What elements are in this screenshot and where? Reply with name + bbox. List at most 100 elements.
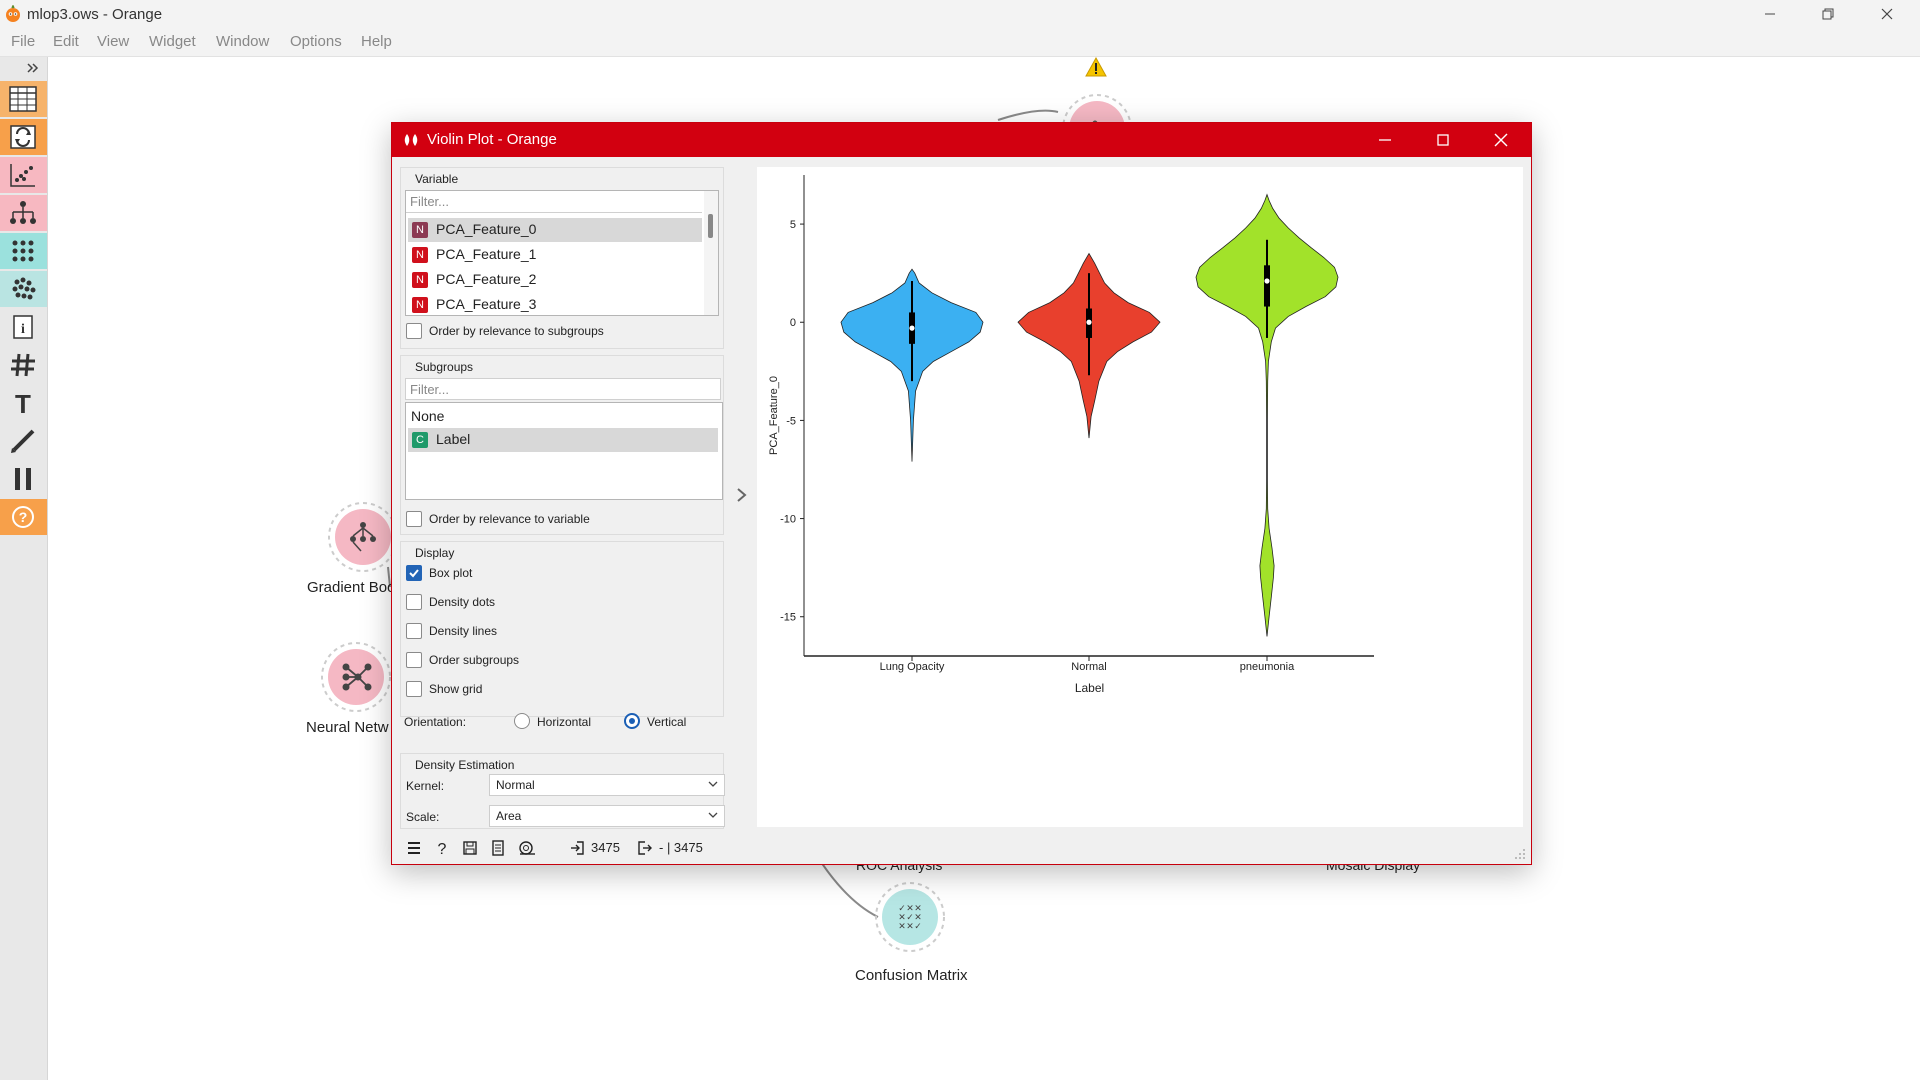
subgroups-filter-input[interactable]: Filter... [405,378,721,400]
dialog-minimize-icon[interactable] [1375,130,1395,150]
input-count: 3475 [591,840,620,855]
question-help-icon[interactable]: ? [434,840,450,856]
variable-list[interactable]: Filter... N PCA_Feature_0 N PCA_Feature_… [405,190,719,316]
toolbox-help[interactable]: ? [0,499,47,535]
orientation-label: Orientation: [404,715,467,729]
kernel-select[interactable]: Normal [489,774,725,796]
help-icon: ? [12,506,34,528]
violin-plot-dialog: Violin Plot - Orange Variable Filter... … [391,122,1532,865]
box-iqr [1264,265,1270,307]
toolbox-pause[interactable] [0,461,47,497]
variable-list-item[interactable]: N PCA_Feature_0 [408,218,702,242]
toolbox-model[interactable] [0,195,47,231]
x-axis-label: Label [1075,681,1104,695]
y-tick-label: -5 [786,415,796,427]
toolbox-grid[interactable] [0,347,47,383]
toolbox-pencil[interactable] [0,423,47,459]
dialog-maximize-icon[interactable] [1433,130,1453,150]
order-by-relevance-variable-checkbox[interactable] [406,511,422,527]
pencil-icon [11,429,35,453]
menu-icon[interactable] [406,840,422,856]
widget-toolbox: i T ? [0,57,48,1080]
subgroups-list[interactable]: None C Label [405,402,723,500]
chevron-down-icon [708,781,718,787]
menu-edit[interactable]: Edit [53,33,79,50]
variable-item-label: PCA_Feature_3 [436,296,537,312]
transform-icon [10,125,36,149]
collapse-panel-icon[interactable] [735,486,749,504]
svg-text:?: ? [19,509,28,525]
subgroup-list-item[interactable]: None [408,405,718,429]
toolbox-expand[interactable] [0,59,47,79]
canvas-node-confusion-matrix[interactable]: ✓ ✕ ✕ ✕ ✓ ✕ ✕ ✕ ✓ [870,877,950,957]
svg-text:✕: ✕ [906,921,914,931]
dialog-close-icon[interactable] [1491,130,1511,150]
show-grid-checkbox[interactable] [406,681,422,697]
dialog-title-bar[interactable]: Violin Plot - Orange [392,123,1531,157]
scale-select[interactable]: Area [489,805,725,827]
svg-text:?: ? [438,841,447,856]
menu-bar: File Edit View Widget Window Options Hel… [0,28,1920,57]
density-dots-checkbox[interactable] [406,594,422,610]
toolbox-transform[interactable] [0,119,47,155]
toolbox-data[interactable] [0,81,47,117]
order-by-relevance-variable-label: Order by relevance to variable [429,512,590,526]
output-icon [638,841,652,855]
variable-list-item[interactable]: N PCA_Feature_2 [408,268,702,292]
menu-file[interactable]: File [11,33,35,50]
y-tick-label: 0 [790,317,796,329]
order-by-relevance-subgroups-checkbox[interactable] [406,323,422,339]
snail-icon[interactable] [518,840,536,856]
menu-view[interactable]: View [97,33,129,50]
variable-list-scrollbar[interactable] [704,191,718,315]
checkmark-icon [409,569,419,578]
kernel-label: Kernel: [406,779,445,793]
scale-label: Scale: [406,810,440,824]
toolbox-text[interactable]: T [0,385,47,421]
violin-plot-svg: 5 0 -5 -10 -15 PCA_Feature_0 Label Lung Opacity… [768,175,1374,695]
svg-text:i: i [21,322,25,337]
variable-list-item[interactable]: N PCA_Feature_1 [408,243,702,267]
subgroup-list-item[interactable]: C Label [408,428,718,452]
menu-window[interactable]: Window [216,33,269,50]
save-icon[interactable] [462,840,478,856]
canvas-node-neural-network[interactable] [316,637,396,717]
density-lines-checkbox[interactable] [406,623,422,639]
restore-icon[interactable] [1818,4,1838,24]
minimize-icon[interactable] [1760,4,1780,24]
close-icon[interactable] [1877,4,1897,24]
variable-filter-input[interactable]: Filter... [406,191,702,213]
node-label-neural-network: Neural Netw [306,719,389,736]
x-tick-label: pneumonia [1240,661,1295,673]
orientation-vertical-radio[interactable] [624,713,640,729]
toolbox-evaluate[interactable] [0,233,47,269]
resize-grip-icon[interactable] [1514,848,1526,860]
scrollbar-thumb[interactable] [708,214,713,238]
menu-help[interactable]: Help [361,33,392,50]
box-plot-checkbox[interactable] [406,565,422,581]
kernel-value: Normal [496,778,535,792]
chevron-down-icon [708,812,718,818]
report-icon[interactable] [490,840,506,856]
svg-text:✓: ✓ [914,921,922,931]
box-median [909,325,915,331]
orientation-horizontal-radio[interactable] [514,713,530,729]
numeric-variable-icon: N [412,297,428,313]
toolbox-info[interactable]: i [0,309,47,345]
y-tick-label: -15 [780,612,796,624]
menu-options[interactable]: Options [290,33,342,50]
input-icon [571,841,584,855]
pause-icon [15,468,31,490]
variable-list-item[interactable]: N PCA_Feature_3 [408,293,702,313]
order-subgroups-checkbox[interactable] [406,652,422,668]
menu-widget[interactable]: Widget [149,33,196,50]
toolbox-unsupervised[interactable] [0,271,47,307]
subgroup-item-label: Label [436,431,471,447]
violin-plot-area[interactable]: 5 0 -5 -10 -15 PCA_Feature_0 Label Lung Opacity… [757,167,1523,827]
toolbox-visualize[interactable] [0,157,47,193]
variable-group-title: Variable [415,172,459,186]
neural-network-icon [321,642,391,712]
numeric-variable-icon: N [412,222,428,238]
y-tick-label: 5 [790,219,796,231]
svg-text:T: T [15,390,31,416]
